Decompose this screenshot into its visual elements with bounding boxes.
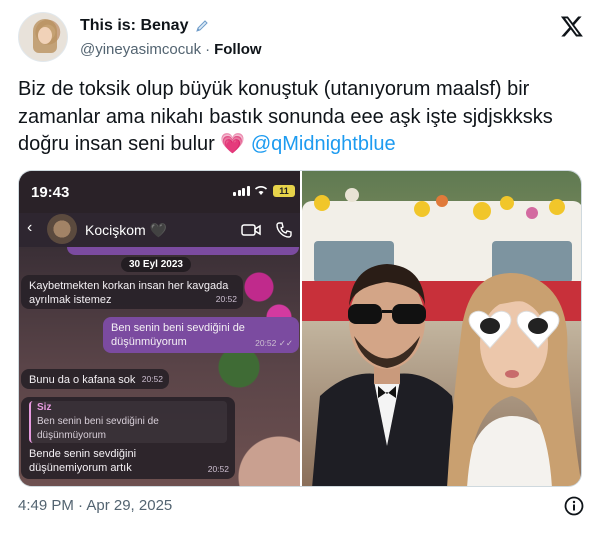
reply-quote: Siz Ben senin beni sevdiğini de düşünmüy…	[29, 401, 227, 443]
tweet-text: Biz de toksik olup büyük konuştuk (utanı…	[18, 76, 578, 159]
contact-name: Kocişkom 🖤	[85, 222, 168, 238]
x-logo-icon[interactable]	[560, 14, 584, 38]
message-text: Bende senin sevdiğini düşünemiyorum artı…	[29, 448, 137, 474]
chat-message: Kaybetmekten korkan insan her kavgada ay…	[21, 275, 243, 309]
mention-link[interactable]: @qMidnightblue	[251, 133, 396, 155]
author-handle[interactable]: @yineyasimcocuk	[80, 41, 201, 58]
tweet-timestamp[interactable]: 4:49 PM · Apr 29, 2025	[18, 497, 172, 514]
reply-text: Ben senin beni sevdiğini de düşünmüyorum	[37, 416, 159, 441]
phone-icon	[276, 222, 292, 238]
tweet-media[interactable]: 19:43 11 ‹ Kocişkom 🖤 30 Eyl 2023 Kaybet…	[18, 170, 582, 487]
signal-icon	[233, 186, 250, 196]
reply-author: Siz	[37, 402, 52, 413]
author-name-row: This is: Benay	[80, 17, 210, 35]
wedding-photo-image[interactable]	[302, 171, 581, 486]
tweet-footer: 4:49 PM · Apr 29, 2025	[18, 496, 584, 517]
message-time: 20:52	[207, 464, 229, 474]
author-display-name[interactable]: This is: Benay	[80, 17, 188, 35]
battery-icon: 11	[273, 185, 295, 197]
bride	[447, 273, 581, 486]
message-time: 20:52 ✓✓	[255, 338, 293, 348]
cut-off-message	[67, 247, 299, 255]
handle-separator: ·	[205, 41, 211, 58]
author-avatar[interactable]	[18, 12, 68, 62]
message-text: Bunu da o kafana sok	[29, 374, 136, 386]
message-text: Ben senin beni sevdiğini de düşünmüyorum	[111, 322, 245, 348]
message-time: 20:52	[141, 374, 163, 384]
info-icon[interactable]	[564, 496, 584, 516]
chat-header: ‹ Kocişkom 🖤	[19, 213, 300, 247]
status-time: 19:43	[31, 184, 70, 201]
tweet-header: This is: Benay @yineyasimcocuk · Follow	[18, 12, 584, 68]
video-call-icon	[241, 224, 261, 236]
chat-screenshot-image[interactable]: 19:43 11 ‹ Kocişkom 🖤 30 Eyl 2023 Kaybet…	[19, 171, 300, 486]
chat-message: Ben senin beni sevdiğini de düşünmüyorum…	[103, 317, 299, 353]
author-handle-row: @yineyasimcocuk · Follow	[80, 41, 262, 58]
wifi-icon	[254, 186, 268, 195]
chat-message: Siz Ben senin beni sevdiğini de düşünmüy…	[21, 397, 235, 479]
flower-decoration	[314, 188, 565, 220]
phone-status-bar: 19:43 11	[19, 171, 300, 213]
pen-icon	[196, 20, 209, 32]
contact-avatar	[47, 214, 77, 244]
message-time: 20:52	[215, 294, 237, 304]
date-separator: 30 Eyl 2023	[121, 257, 191, 272]
groom	[312, 264, 462, 486]
chat-message: Bunu da o kafana sok 20:52	[21, 369, 169, 389]
back-arrow-icon[interactable]: ‹	[27, 219, 32, 237]
follow-button[interactable]: Follow	[214, 41, 262, 58]
message-text: Kaybetmekten korkan insan her kavgada ay…	[29, 280, 229, 306]
chat-body: 30 Eyl 2023 Kaybetmekten korkan insan he…	[19, 247, 300, 486]
